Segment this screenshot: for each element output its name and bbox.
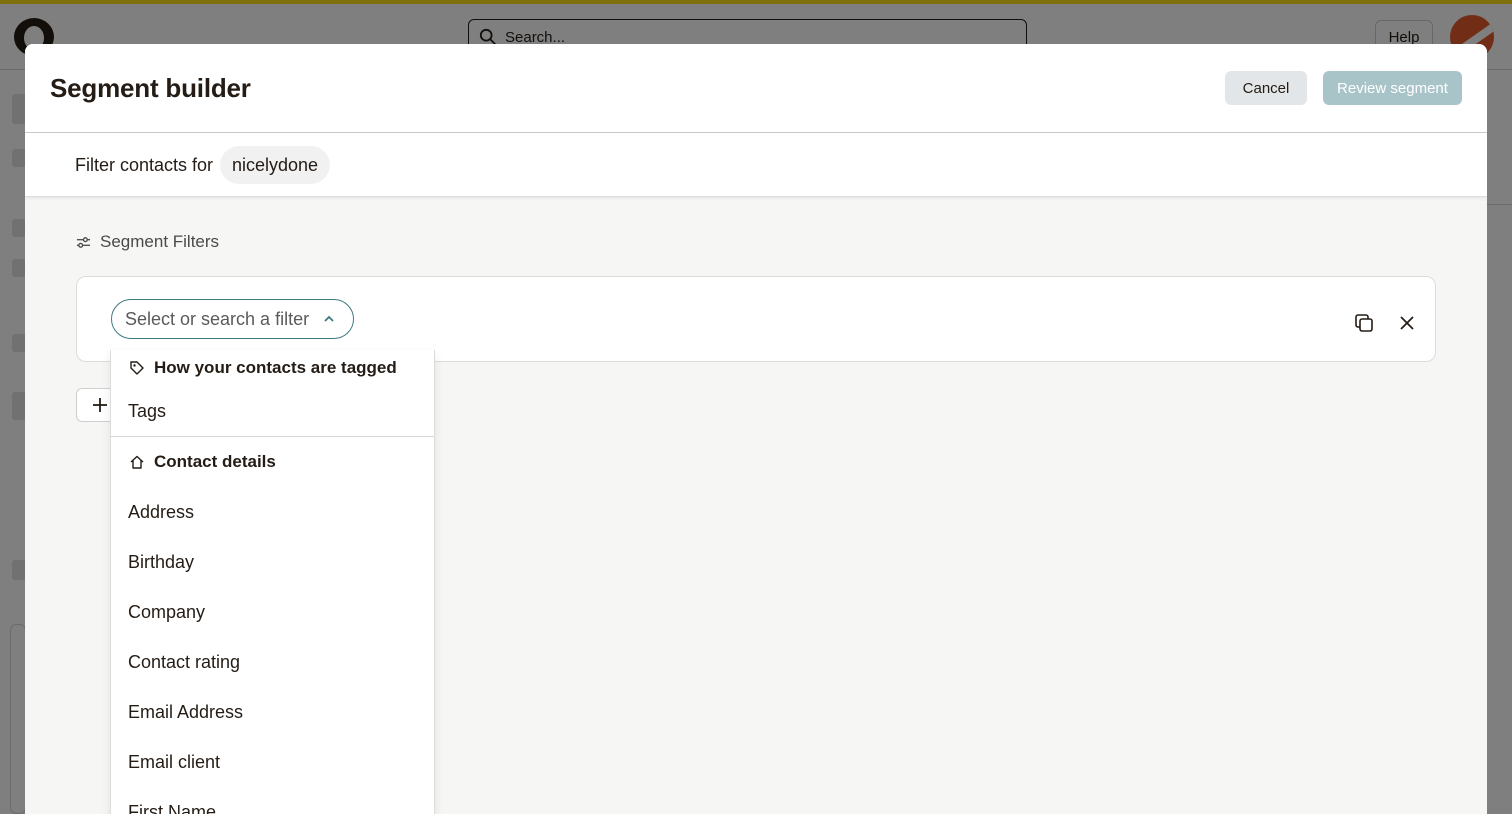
dropdown-item-first-name[interactable]: First Name bbox=[111, 787, 434, 814]
segment-filters-label: Segment Filters bbox=[100, 232, 220, 251]
cancel-button[interactable]: Cancel bbox=[1225, 71, 1307, 105]
dropdown-group-label: How your contacts are tagged bbox=[154, 358, 397, 377]
segment-filters-heading: Segment Filters bbox=[76, 232, 219, 252]
tag-icon bbox=[130, 361, 144, 375]
dropdown-item-tags[interactable]: Tags bbox=[111, 386, 434, 436]
audience-chip[interactable]: nicelydone bbox=[220, 146, 331, 184]
filter-dropdown-menu: How your contacts are tagged Tags Contac… bbox=[110, 350, 435, 814]
segment-builder-modal: Segment builder Cancel Review segment Fi… bbox=[25, 44, 1487, 814]
close-icon[interactable] bbox=[1398, 314, 1416, 332]
review-segment-button[interactable]: Review segment bbox=[1323, 71, 1462, 105]
filter-select[interactable] bbox=[111, 299, 354, 339]
sliders-icon bbox=[76, 236, 91, 248]
dropdown-group-label: Contact details bbox=[154, 452, 276, 471]
dropdown-item-email-address[interactable]: Email Address bbox=[111, 687, 434, 737]
dropdown-item-company[interactable]: Company bbox=[111, 587, 434, 637]
dropdown-group-header: How your contacts are tagged bbox=[111, 350, 434, 386]
filter-contacts-label: Filter contacts for bbox=[75, 155, 214, 175]
filter-search-input[interactable] bbox=[125, 308, 310, 330]
audience-filter-bar: Filter contacts for nicelydone bbox=[25, 133, 1487, 197]
dropdown-item-contact-rating[interactable]: Contact rating bbox=[111, 637, 434, 687]
duplicate-icon[interactable] bbox=[1354, 313, 1374, 333]
dropdown-item-birthday[interactable]: Birthday bbox=[111, 537, 434, 587]
home-icon bbox=[130, 455, 144, 469]
chevron-up-icon[interactable] bbox=[323, 313, 335, 325]
plus-icon bbox=[93, 398, 107, 412]
modal-header: Segment builder Cancel Review segment bbox=[25, 44, 1487, 133]
modal-title: Segment builder bbox=[50, 73, 251, 103]
dropdown-item-email-client[interactable]: Email client bbox=[111, 737, 434, 787]
dropdown-item-address[interactable]: Address bbox=[111, 487, 434, 537]
dropdown-group-header: Contact details bbox=[111, 437, 434, 487]
